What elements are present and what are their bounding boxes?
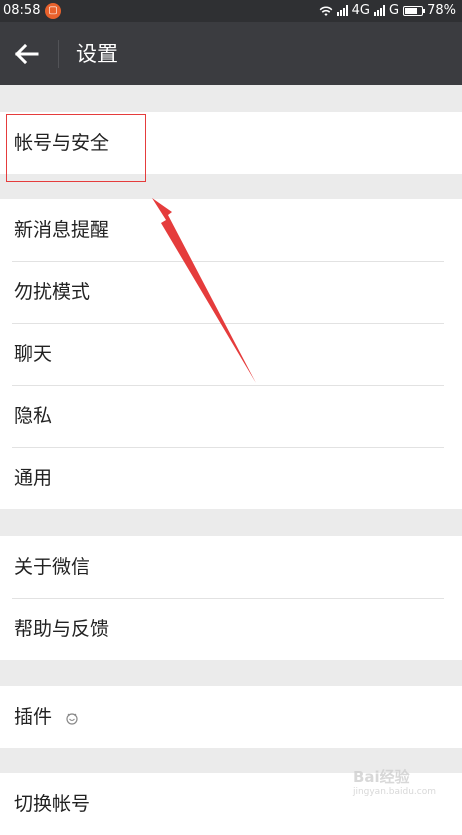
watermark: Bai经验 jingyan.baidu.com — [353, 766, 436, 797]
annotation-arrow-shape — [152, 198, 256, 383]
watermark-brand: Bai经验 — [352, 768, 410, 786]
watermark-url: jingyan.baidu.com — [352, 787, 436, 797]
annotation-arrow — [152, 198, 256, 383]
